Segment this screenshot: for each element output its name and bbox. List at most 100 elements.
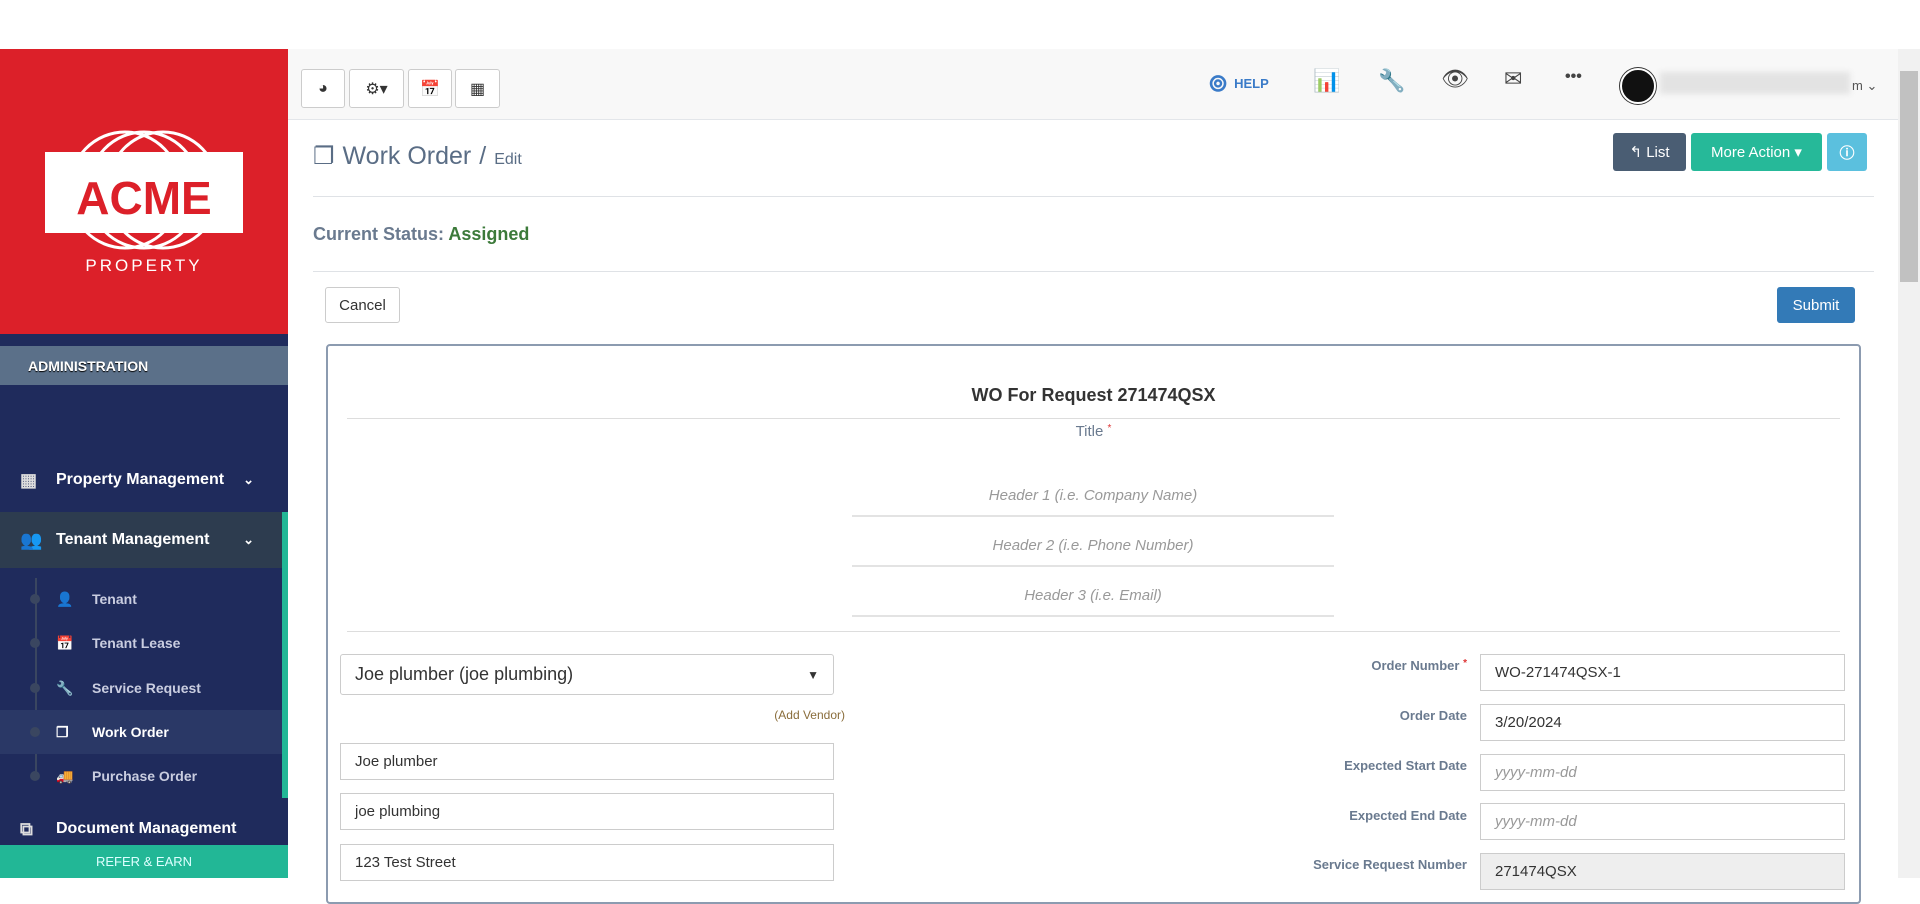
info-icon: ⓘ [1839,144,1855,162]
eye-icon[interactable]: 👁 [1441,66,1469,92]
scrollbar-thumb[interactable] [1900,71,1918,282]
required-marker: * [1107,423,1112,434]
copy-icon: ❐ [313,143,335,170]
nav-label: Work Order [92,724,169,740]
add-vendor-link[interactable]: (Add Vendor) [700,708,845,722]
building-icon: ▦ [20,469,38,490]
user-icon: 👤 [56,590,74,607]
chevron-down-icon: ⌄ [243,472,254,487]
user-menu[interactable]: m ⌄ [1852,78,1877,94]
reports-icon[interactable]: 📊 [1313,68,1340,94]
nav-label: Tenant Management [56,531,210,548]
envelope-icon[interactable]: ✉ [1504,66,1522,92]
chevron-down-icon: ⌄ [243,532,254,547]
copy-icon: ❐ [56,723,69,740]
life-ring-icon: ⊚ [1208,70,1229,97]
gear-icon: ⚙▾ [365,80,388,98]
expected-end-input[interactable]: yyyy-mm-dd [1480,803,1845,840]
sidebar-item-property-management[interactable]: ▦ Property Management ⌄ [0,452,284,508]
sidebar-item-tenant[interactable]: 👤 Tenant [0,577,283,621]
caret-down-icon: ▾ [1790,144,1802,161]
tree-dot [30,683,40,693]
nav-label: Service Request [92,680,201,696]
current-status: Current Status: Assigned [313,224,529,245]
tree-dot [30,594,40,604]
sidebar-item-service-request[interactable]: 🔧 Service Request [0,666,283,710]
wrench-icon[interactable]: 🔧 [1378,68,1405,94]
dashboard-button[interactable]: ◕ [301,69,345,108]
service-request-number-input: 271474QSX [1480,853,1845,890]
list-label: List [1646,143,1670,161]
header1-underline [852,515,1334,517]
order-date-input[interactable]: 3/20/2024 [1480,704,1845,741]
user-email-redacted [1660,72,1850,94]
settings-dropdown-button[interactable]: ⚙▾ [349,69,404,108]
order-number-label: Order Number * [1167,658,1467,673]
order-number-input[interactable]: WO-271474QSX-1 [1480,654,1845,691]
service-request-number-label: Service Request Number [1313,857,1467,872]
submit-button[interactable]: Submit [1777,287,1855,323]
nav-label: Document Management [56,820,237,837]
sidebar-item-tenant-management[interactable]: 👥 Tenant Management ⌄ [0,512,284,568]
tree-dot [30,771,40,781]
divider [313,196,1874,197]
help-label: HELP [1234,76,1269,91]
documents-icon: ⧉ [20,818,33,839]
header3-input[interactable]: Header 3 (i.e. Email) [852,587,1334,604]
truck-icon: 🚚 [56,767,74,784]
vendor-company-input[interactable]: joe plumbing [340,793,834,830]
divider [347,418,1840,419]
required-marker: * [1463,658,1467,669]
caret-down-icon: ▼ [807,667,819,682]
calculator-icon: ▦ [469,80,486,98]
header2-input[interactable]: Header 2 (i.e. Phone Number) [852,537,1334,554]
sidebar-item-work-order[interactable]: ❐ Work Order [0,710,283,754]
help-button[interactable]: ⊚ HELP [1208,69,1269,98]
nav-label: Property Management [56,471,225,488]
vendor-address-input[interactable]: 123 Test Street [340,844,834,881]
cancel-button[interactable]: Cancel [325,287,400,323]
svg-text:PROPERTY: PROPERTY [85,256,202,275]
list-button[interactable]: ↰ List [1613,133,1686,171]
vendor-name-input[interactable]: Joe plumber [340,743,834,780]
refer-earn-button[interactable]: REFER & EARN [0,845,288,878]
info-button[interactable]: ⓘ [1827,133,1867,171]
section-administration: ADMINISTRATION [0,346,288,385]
expected-end-label: Expected End Date [1349,808,1467,823]
nav-label: Tenant Lease [92,635,181,651]
nav-label: Tenant [92,591,137,607]
nav-label: Purchase Order [92,768,198,784]
active-indicator [282,512,288,798]
label-text: Order Number [1371,658,1460,673]
title-label: Title * [347,423,1840,440]
tree-dot [30,638,40,648]
divider [313,271,1874,272]
user-suffix: m [1852,78,1863,93]
divider [347,631,1840,632]
calendar-check-icon: 📅 [56,634,74,651]
vendor-select[interactable]: Joe plumber (joe plumbing) ▼ [340,654,834,695]
users-icon: 👥 [20,529,43,550]
calendar-check-icon: 📅 [420,80,440,98]
header3-underline [852,615,1334,617]
expected-start-input[interactable]: yyyy-mm-dd [1480,754,1845,791]
page-title: ❐ Work Order / Edit [313,142,522,171]
more-label: More Action [1711,143,1791,161]
wrench-icon: 🔧 [56,679,74,696]
acme-logo[interactable]: ACME PROPERTY [0,49,288,334]
sidebar-item-tenant-lease[interactable]: 📅 Tenant Lease [0,621,283,665]
sidebar-item-purchase-order[interactable]: 🚚 Purchase Order [0,754,283,798]
expected-start-label: Expected Start Date [1344,758,1467,773]
title-sub: Edit [494,151,522,168]
tree-dot [30,727,40,737]
title-sep: / [479,142,487,170]
avatar[interactable] [1620,68,1656,104]
more-icon[interactable]: ••• [1565,68,1582,86]
header1-input[interactable]: Header 1 (i.e. Company Name) [852,487,1334,504]
status-label: Current Status: [313,224,445,244]
calculator-button[interactable]: ▦ [455,69,500,108]
dashboard-icon: ◕ [318,79,328,97]
more-action-button[interactable]: More Action ▾ [1691,133,1822,171]
header2-underline [852,565,1334,567]
calendar-button[interactable]: 📅 [408,69,452,108]
